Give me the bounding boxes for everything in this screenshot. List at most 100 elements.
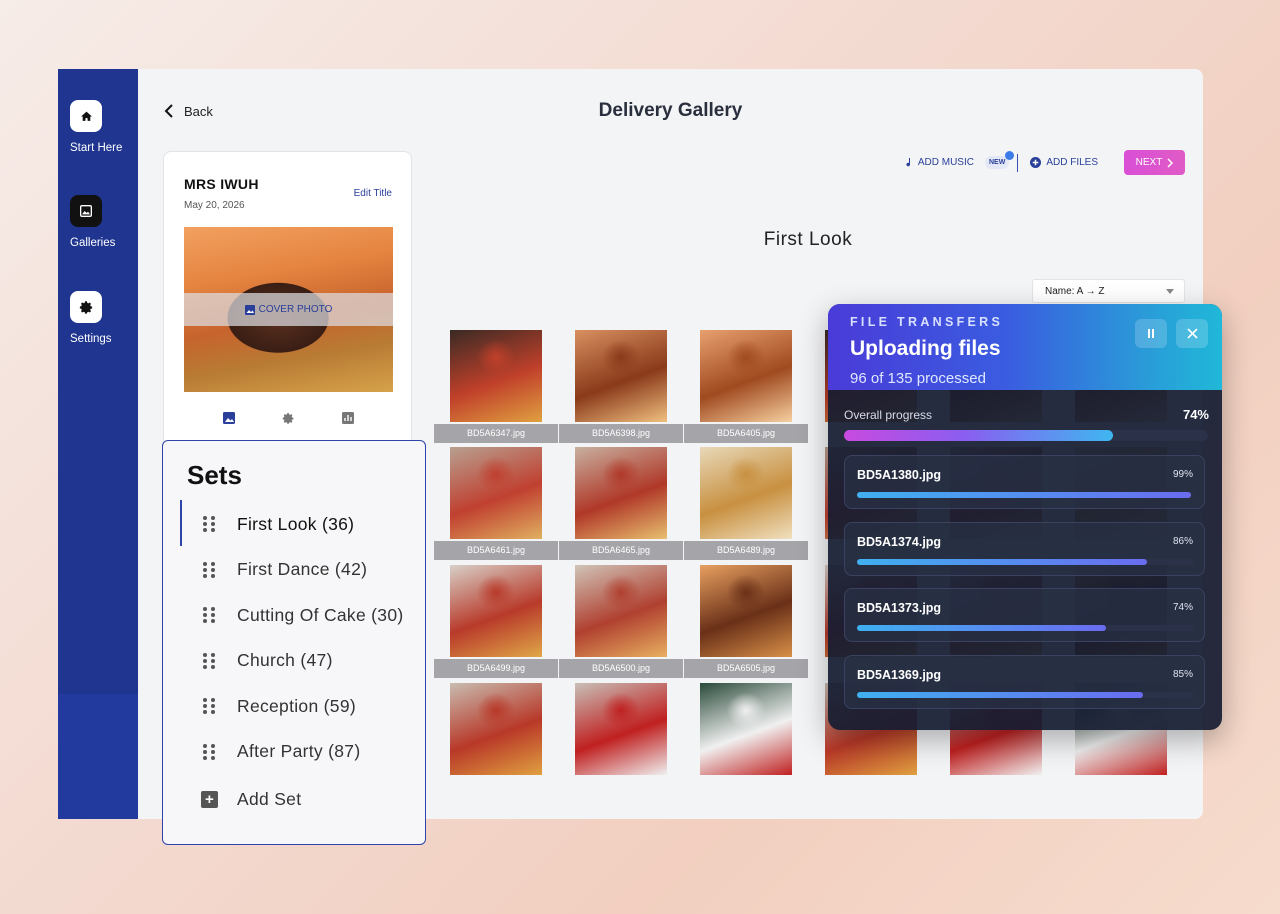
photo-filename: BD5A6499.jpg (434, 659, 558, 678)
add-circle-icon (1030, 157, 1042, 168)
set-item[interactable]: Cutting Of Cake (30) (163, 593, 425, 637)
sidebar: Start Here Galleries Settings (58, 69, 138, 819)
file-progress-fill (857, 691, 1144, 698)
set-title: First Look (763, 229, 853, 250)
file-progress-fill (857, 492, 1191, 498)
sidebar-lower (58, 694, 138, 819)
sort-value: Name: A → Z (1045, 286, 1105, 297)
file-name: BD5A1374.jpg (857, 534, 942, 549)
photo-filename: BD5A6505.jpg (684, 659, 808, 678)
set-item[interactable]: Reception (59) (163, 684, 425, 728)
drag-handle-icon[interactable] (203, 607, 215, 623)
file-name: BD5A1380.jpg (857, 468, 942, 482)
image-icon[interactable] (222, 412, 235, 424)
add-files-button[interactable]: ADD FILES (1030, 157, 1098, 168)
file-transfer-item: BD5A1380.jpg 99% (844, 455, 1205, 509)
file-progress-fill (857, 558, 1147, 565)
set-item[interactable]: First Dance (42) (163, 548, 425, 592)
nav-label: Settings (70, 333, 112, 345)
photo-thumbnail[interactable] (575, 330, 667, 422)
set-item-label: Church (47) (237, 650, 333, 670)
drag-handle-icon[interactable] (203, 516, 215, 532)
photo-filename: BD5A6465.jpg (559, 541, 683, 560)
photo-filename: BD5A6489.jpg (684, 541, 808, 560)
add-files-label: ADD FILES (1046, 157, 1098, 168)
transfers-header: FILE TRANSFERS Uploading files 96 of 135… (828, 304, 1222, 390)
toolbar: ADD MUSIC NEW ADD FILES NEXT (905, 150, 1185, 175)
gallery-icon (70, 195, 102, 227)
drag-handle-icon[interactable] (203, 561, 215, 578)
set-item-label: Cutting Of Cake (30) (237, 604, 404, 625)
gallery-date: May 20, 2026 (184, 200, 245, 211)
set-item[interactable]: First Look (36) (163, 500, 425, 546)
file-progress-percent: 99% (1172, 469, 1193, 480)
home-icon (70, 100, 102, 132)
file-name: BD5A1369.jpg (857, 667, 942, 682)
photo-thumbnail[interactable] (700, 565, 792, 657)
nav-label: Start Here (70, 142, 123, 154)
photo-thumbnail[interactable] (700, 330, 792, 422)
file-transfer-item: BD5A1373.jpg 74% (844, 588, 1205, 642)
music-note-icon (906, 157, 910, 166)
photo-thumbnail[interactable] (450, 447, 542, 539)
chevron-right-icon (1167, 157, 1174, 168)
image-icon (244, 304, 255, 315)
photo-filename: BD5A6461.jpg (434, 541, 558, 560)
gear-icon[interactable] (282, 412, 295, 425)
edit-title-link[interactable]: Edit Title (354, 188, 392, 199)
file-transfer-item: BD5A1374.jpg 86% (844, 521, 1205, 576)
drag-handle-icon[interactable] (203, 652, 215, 669)
sets-title: Sets (187, 460, 242, 490)
set-item[interactable]: Church (47) (163, 639, 425, 683)
transfers-title: Uploading files (850, 337, 1001, 360)
photo-thumbnail[interactable] (700, 447, 792, 539)
photo-thumbnail[interactable] (575, 565, 667, 657)
drag-handle-icon[interactable] (203, 743, 215, 760)
gallery-card-tabs (164, 412, 413, 425)
photo-thumbnail[interactable] (575, 683, 667, 775)
pause-button[interactable] (1135, 319, 1167, 348)
file-progress-bar (857, 492, 1194, 498)
overall-progress-bar (844, 430, 1208, 441)
photo-thumbnail[interactable] (450, 330, 542, 422)
photo-thumbnail[interactable] (575, 447, 667, 539)
overall-progress-label: Overall progress (844, 408, 933, 422)
overall-progress-fill (844, 430, 1114, 441)
cover-photo-band: COVER PHOTO (184, 293, 393, 326)
gear-icon (70, 291, 102, 323)
add-set-button[interactable]: + Add Set (163, 777, 425, 821)
close-icon (1186, 328, 1198, 339)
photo-filename: BD5A6347.jpg (434, 424, 558, 443)
add-music-button[interactable]: ADD MUSIC NEW (905, 151, 1015, 169)
photo-filename: BD5A6405.jpg (684, 424, 808, 443)
new-badge: NEW (984, 151, 1015, 169)
gallery-card: MRS IWUH May 20, 2026 Edit Title COVER P… (163, 151, 412, 446)
photo-thumbnail[interactable] (700, 683, 792, 775)
file-progress-percent: 86% (1172, 535, 1193, 547)
set-item[interactable]: After Party (87) (163, 730, 425, 774)
transfers-kicker: FILE TRANSFERS (850, 315, 1004, 329)
file-progress-bar (857, 625, 1194, 631)
stats-icon[interactable] (342, 412, 355, 424)
close-button[interactable] (1176, 319, 1208, 348)
add-music-label: ADD MUSIC (917, 157, 974, 168)
file-progress-bar (857, 691, 1194, 698)
toolbar-divider (1017, 153, 1019, 172)
photo-filename: BD5A6398.jpg (559, 424, 683, 443)
photo-thumbnail[interactable] (450, 565, 542, 657)
notification-dot (1005, 151, 1015, 160)
cover-photo[interactable]: COVER PHOTO (184, 227, 393, 392)
drag-handle-icon[interactable] (203, 698, 215, 714)
file-progress-percent: 85% (1172, 668, 1193, 680)
file-name: BD5A1373.jpg (857, 601, 942, 615)
pause-icon (1148, 329, 1154, 338)
sort-select[interactable]: Name: A → Z (1032, 279, 1185, 303)
set-item-label: First Dance (42) (237, 559, 368, 579)
cover-photo-label: COVER PHOTO (258, 304, 333, 315)
file-progress-fill (857, 625, 1107, 631)
add-set-label: Add Set (237, 788, 302, 809)
next-button[interactable]: NEXT (1124, 150, 1185, 175)
gallery-name: MRS IWUH (184, 176, 259, 192)
overall-progress-percent: 74% (1182, 407, 1209, 422)
photo-thumbnail[interactable] (450, 683, 542, 775)
